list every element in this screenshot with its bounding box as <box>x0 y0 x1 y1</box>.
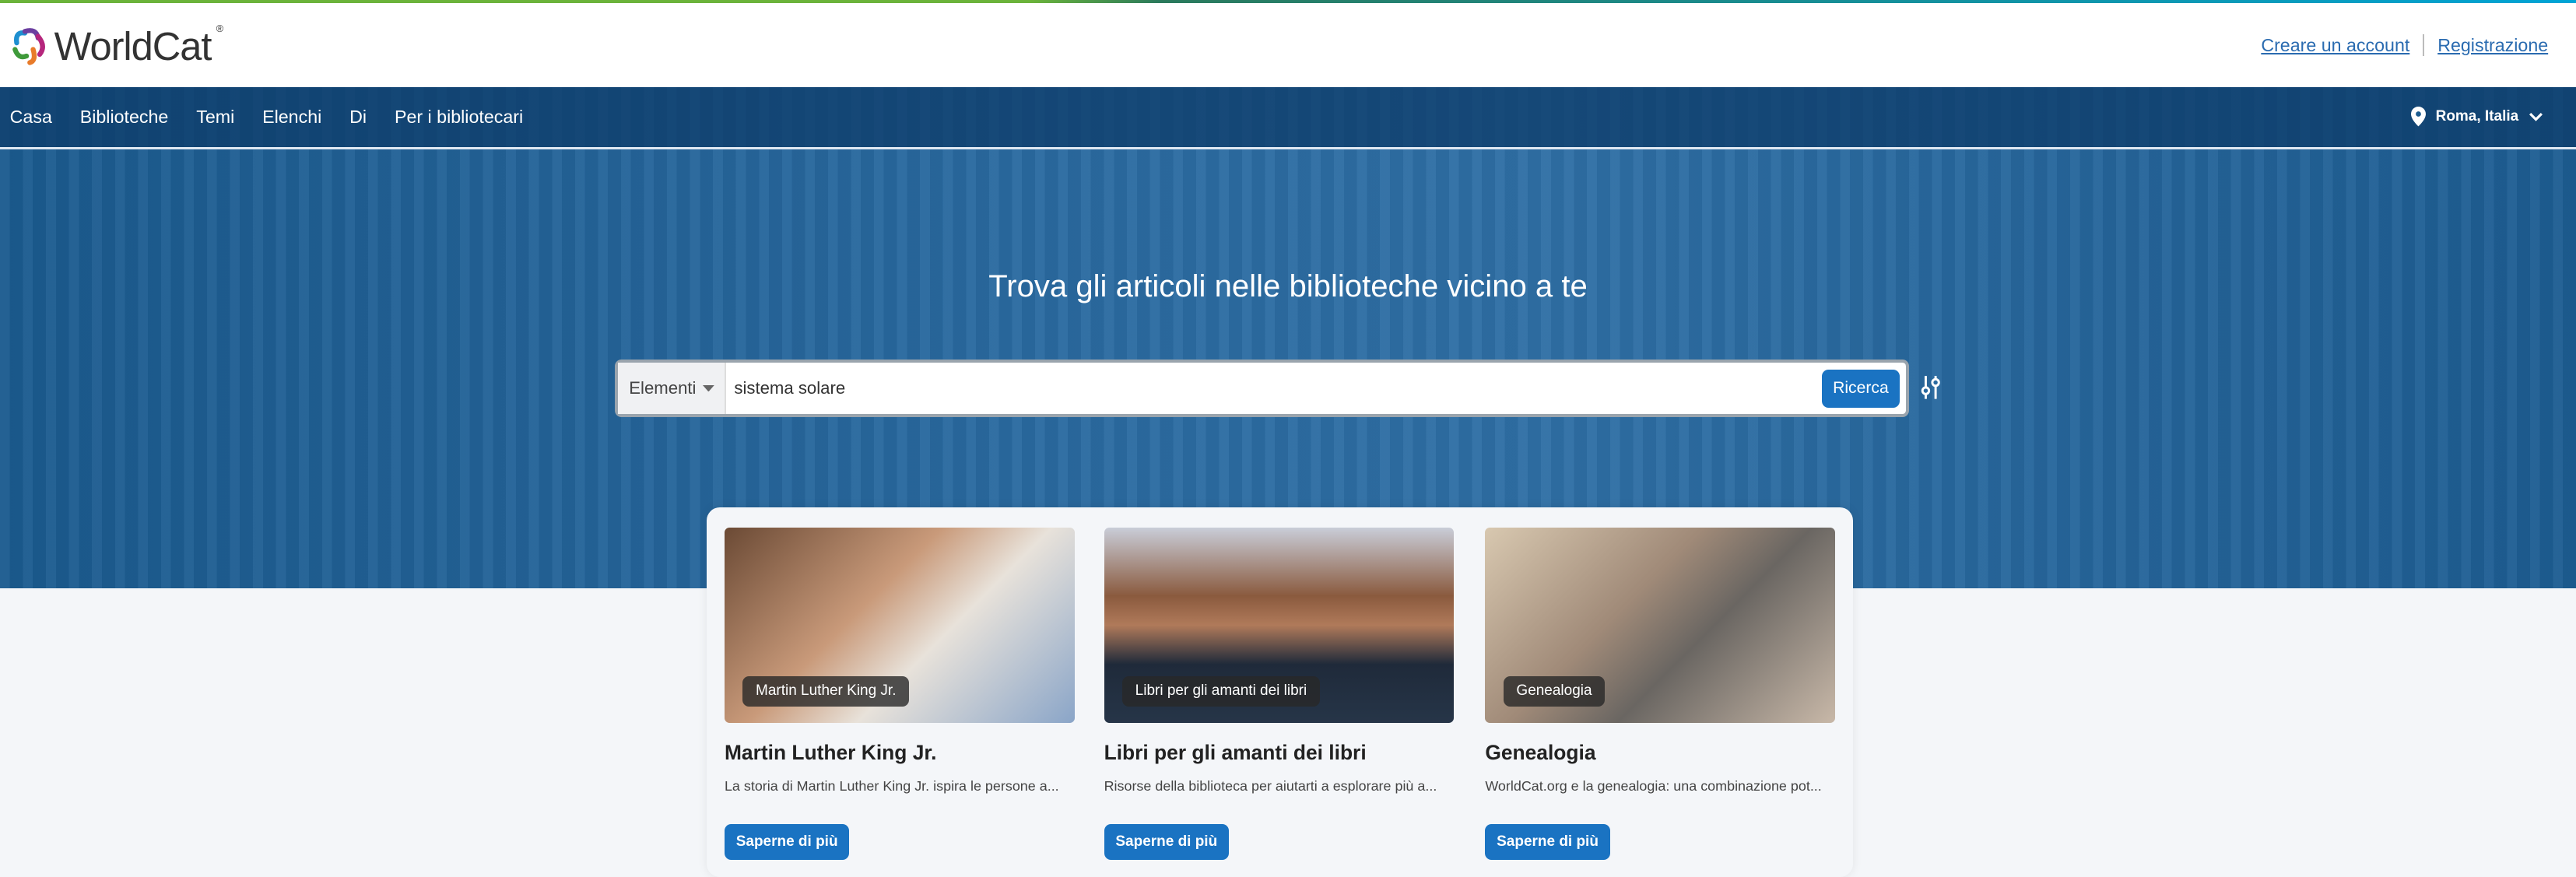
card-image[interactable]: Martin Luther King Jr. <box>724 527 1075 723</box>
nav-elenchi[interactable]: Elenchi <box>262 107 321 128</box>
search-bar: Elementi Ricerca <box>614 360 1909 418</box>
card-title: Libri per gli amanti dei libri <box>1104 741 1367 765</box>
divider <box>2423 34 2425 56</box>
card-book-lovers: Libri per gli amanti dei libri Libri per… <box>1104 527 1455 861</box>
nav-di[interactable]: Di <box>349 107 367 128</box>
search-scope-select[interactable]: Elementi <box>617 363 726 415</box>
advanced-search-sliders-icon[interactable] <box>1919 374 1943 401</box>
card-description: WorldCat.org e la genealogia: una combin… <box>1485 777 1822 794</box>
card-title: Genealogia <box>1485 741 1596 765</box>
chevron-down-icon <box>2529 112 2543 121</box>
map-pin-icon <box>2410 107 2426 127</box>
card-genealogia: Genealogia Genealogia WorldCat.org e la … <box>1485 527 1835 861</box>
worldcat-logo[interactable]: WorldCat ® <box>10 23 223 69</box>
register-link[interactable]: Registrazione <box>2437 35 2548 56</box>
learn-more-button[interactable]: Saperne di più <box>1485 823 1610 861</box>
hero-title: Trova gli articoli nelle biblioteche vic… <box>988 269 1588 304</box>
card-image[interactable]: Libri per gli amanti dei libri <box>1104 527 1455 723</box>
search-scope-label: Elementi <box>629 378 697 398</box>
learn-more-button[interactable]: Saperne di più <box>1104 823 1229 861</box>
nav-per-i-bibliotecari[interactable]: Per i bibliotecari <box>395 107 523 128</box>
card-tag: Libri per gli amanti dei libri <box>1121 675 1321 707</box>
create-account-link[interactable]: Creare un account <box>2261 35 2409 56</box>
featured-cards: Martin Luther King Jr. Martin Luther Kin… <box>706 507 1854 877</box>
main-nav: Casa Biblioteche Temi Elenchi Di Per i b… <box>0 86 2576 150</box>
learn-more-button[interactable]: Saperne di più <box>724 823 850 861</box>
location-label: Roma, Italia <box>2435 107 2519 125</box>
card-description: Risorse della biblioteca per aiutarti a … <box>1104 777 1437 794</box>
location-selector[interactable]: Roma, Italia <box>2410 107 2543 127</box>
card-image[interactable]: Genealogia <box>1485 527 1835 723</box>
nav-biblioteche[interactable]: Biblioteche <box>80 107 169 128</box>
header: WorldCat ® Creare un account Registrazion… <box>0 3 2576 87</box>
search-input[interactable] <box>725 378 1823 399</box>
card-tag: Genealogia <box>1503 675 1606 707</box>
nav-temi[interactable]: Temi <box>196 107 234 128</box>
search-button[interactable]: Ricerca <box>1822 369 1900 408</box>
caret-down-icon <box>702 385 714 392</box>
card-tag: Martin Luther King Jr. <box>742 675 910 707</box>
worldcat-logo-icon <box>12 27 45 65</box>
card-title: Martin Luther King Jr. <box>724 741 937 765</box>
card-mlk: Martin Luther King Jr. Martin Luther Kin… <box>724 527 1075 861</box>
logo-text: WorldCat <box>54 23 212 68</box>
card-description: La storia di Martin Luther King Jr. ispi… <box>724 777 1059 794</box>
nav-casa[interactable]: Casa <box>10 107 52 128</box>
